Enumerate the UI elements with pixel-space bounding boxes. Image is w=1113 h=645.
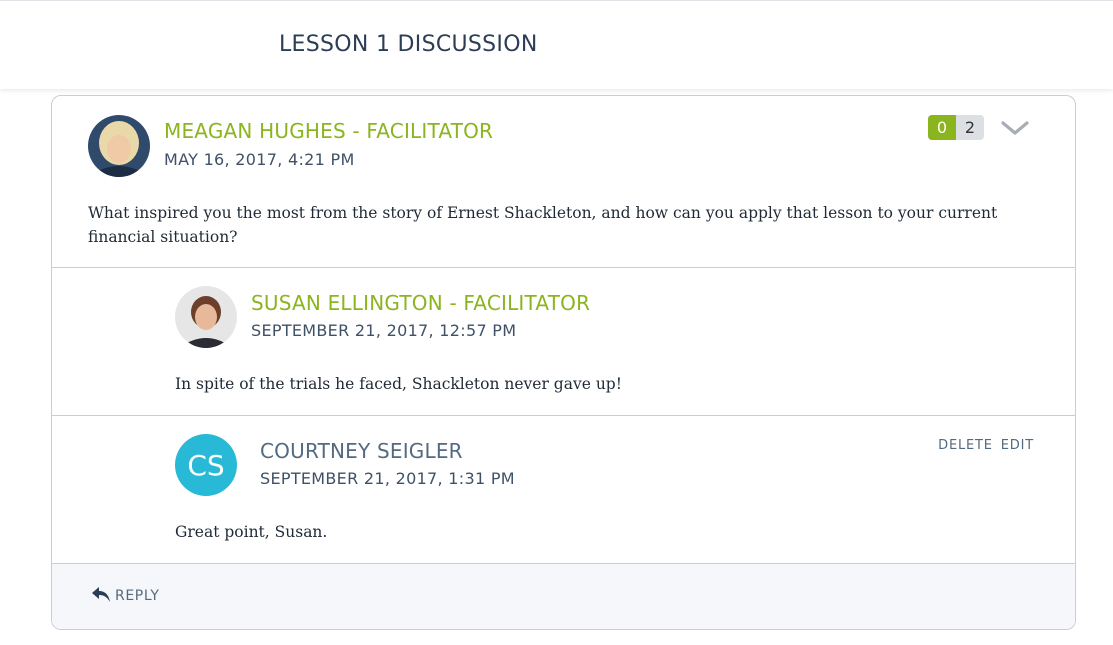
downvote-count[interactable]: 2	[956, 115, 984, 140]
collapse-toggle[interactable]	[1000, 118, 1030, 138]
chevron-down-icon	[1001, 121, 1029, 135]
reply-post: CS COURTNEY SEIGLER SEPTEMBER 21, 2017, …	[52, 416, 1075, 564]
post-timestamp: MAY 16, 2017, 4:21 PM	[164, 150, 355, 169]
avatar	[175, 286, 237, 348]
reply-button[interactable]: REPLY	[91, 586, 160, 604]
reply-timestamp: SEPTEMBER 21, 2017, 12:57 PM	[251, 321, 517, 340]
reply-body: In spite of the trials he faced, Shackle…	[175, 375, 622, 393]
upvote-count[interactable]: 0	[928, 115, 956, 140]
delete-button[interactable]: DELETE	[938, 438, 993, 453]
reply-bar: REPLY	[52, 564, 1075, 629]
discussion-thread: MEAGAN HUGHES - FACILITATOR MAY 16, 2017…	[51, 95, 1076, 630]
reply-timestamp: SEPTEMBER 21, 2017, 1:31 PM	[260, 469, 515, 488]
page-title: LESSON 1 DISCUSSION	[279, 32, 538, 57]
photo-avatar-icon	[88, 115, 150, 177]
top-header: LESSON 1 DISCUSSION	[0, 0, 1113, 89]
post-author[interactable]: MEAGAN HUGHES - FACILITATOR	[164, 119, 493, 143]
reply-author[interactable]: SUSAN ELLINGTON - FACILITATOR	[251, 291, 590, 315]
reply-post: SUSAN ELLINGTON - FACILITATOR SEPTEMBER …	[52, 268, 1075, 416]
main-post: MEAGAN HUGHES - FACILITATOR MAY 16, 2017…	[52, 96, 1075, 268]
post-body: What inspired you the most from the stor…	[88, 204, 998, 246]
avatar	[88, 115, 150, 177]
photo-avatar-icon	[175, 286, 237, 348]
reply-label: REPLY	[115, 588, 160, 604]
reply-author[interactable]: COURTNEY SEIGLER	[260, 439, 463, 463]
edit-button[interactable]: EDIT	[1001, 438, 1034, 453]
reply-arrow-icon	[92, 587, 110, 602]
avatar-initials: CS	[175, 434, 237, 496]
vote-box: 0 2	[928, 115, 984, 140]
post-actions: DELETE EDIT	[938, 438, 1034, 453]
reply-body: Great point, Susan.	[175, 523, 328, 541]
